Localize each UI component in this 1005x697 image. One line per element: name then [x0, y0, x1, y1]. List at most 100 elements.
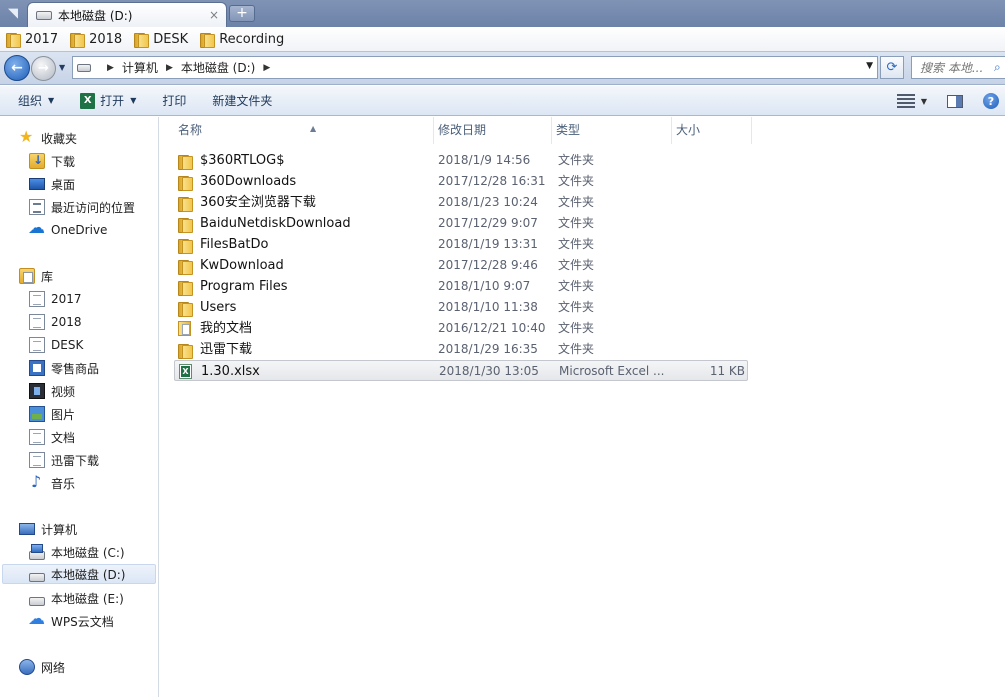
- recent-pages-dropdown-icon[interactable]: ▼: [59, 63, 69, 73]
- nav-label: DESK: [51, 338, 84, 352]
- nav-desktop[interactable]: 桌面: [29, 174, 75, 194]
- file-size: 11 KB: [709, 364, 745, 378]
- back-button[interactable]: ←: [4, 55, 30, 81]
- nav-drive-c[interactable]: 本地磁盘 (C:): [29, 542, 125, 562]
- column-header-size[interactable]: 大小: [672, 117, 752, 144]
- nav-network[interactable]: 网络: [19, 657, 65, 677]
- chevron-right-icon[interactable]: ▶: [107, 63, 114, 73]
- new-folder-button[interactable]: 新建文件夹: [212, 92, 272, 109]
- file-modified-date: 2018/1/10 9:07: [438, 279, 531, 293]
- table-row[interactable]: Users 2018/1/10 11:38 文件夹: [174, 297, 748, 318]
- library-icon: [19, 268, 35, 284]
- breadcrumb-local-disk-d[interactable]: 本地磁盘 (D:): [181, 59, 255, 76]
- nav-library-documents[interactable]: 文档: [29, 427, 75, 447]
- video-icon: [29, 383, 45, 399]
- command-bar: 组织 ▼ X 打开 ▼ 打印 新建文件夹 ▼ ?: [0, 86, 1005, 116]
- file-name: 我的文档: [200, 321, 253, 336]
- folder-icon: [178, 259, 193, 275]
- nav-library-retail[interactable]: 零售商品: [29, 358, 99, 378]
- table-row[interactable]: 我的文档 2016/12/21 10:40 文件夹: [174, 318, 748, 339]
- nav-library-2018[interactable]: 2018: [29, 312, 82, 332]
- tab-menu-icon[interactable]: ◥: [0, 0, 26, 27]
- bookmark-desk[interactable]: DESK: [134, 32, 188, 48]
- nav-libraries[interactable]: 库: [19, 266, 53, 286]
- breadcrumb[interactable]: ▶ 计算机 ▶ 本地磁盘 (D:) ▶ ▼: [72, 56, 878, 79]
- nav-wps-cloud[interactable]: WPS云文档: [28, 609, 114, 631]
- column-header-name[interactable]: 名称 ▲: [174, 117, 434, 144]
- table-row[interactable]: BaiduNetdiskDownload 2017/12/29 9:07 文件夹: [174, 213, 748, 234]
- search-box[interactable]: ⌕: [911, 56, 1005, 79]
- star-icon: [19, 127, 35, 146]
- tab-local-disk-d[interactable]: 本地磁盘 (D:) ×: [27, 2, 227, 27]
- drive-icon: [29, 572, 45, 582]
- nav-label: 音乐: [51, 476, 76, 491]
- nav-drive-e[interactable]: 本地磁盘 (E:): [29, 588, 124, 608]
- refresh-button[interactable]: ⟳: [880, 56, 904, 79]
- table-row[interactable]: KwDownload 2017/12/28 9:46 文件夹: [174, 255, 748, 276]
- nav-library-2017[interactable]: 2017: [29, 289, 82, 309]
- nav-library-music[interactable]: 音乐: [29, 472, 76, 493]
- table-row[interactable]: FilesBatDo 2018/1/19 13:31 文件夹: [174, 234, 748, 255]
- file-name: 迅雷下载: [200, 342, 253, 357]
- nav-label: 文档: [51, 430, 76, 445]
- help-icon[interactable]: ?: [983, 93, 999, 109]
- print-button[interactable]: 打印: [162, 92, 186, 109]
- table-row[interactable]: Program Files 2018/1/10 9:07 文件夹: [174, 276, 748, 297]
- file-name-cell: 360安全浏览器下载: [178, 192, 428, 213]
- nav-onedrive[interactable]: OneDrive: [28, 218, 107, 240]
- table-row[interactable]: 360安全浏览器下载 2018/1/23 10:24 文件夹: [174, 192, 748, 213]
- file-name: Program Files: [200, 279, 288, 294]
- documents-folder-icon: [178, 321, 191, 336]
- file-modified-date: 2018/1/19 13:31: [438, 237, 538, 251]
- file-type: 文件夹: [558, 300, 595, 314]
- file-name: $360RTLOG$: [200, 153, 285, 168]
- file-size: [672, 150, 744, 171]
- bookmark-label: Recording: [219, 31, 285, 47]
- table-row[interactable]: 360Downloads 2017/12/28 16:31 文件夹: [174, 171, 748, 192]
- nav-drive-d[interactable]: 本地磁盘 (D:): [2, 564, 156, 584]
- forward-button[interactable]: →: [31, 56, 56, 81]
- search-input[interactable]: [920, 60, 990, 75]
- breadcrumb-computer[interactable]: 计算机: [122, 59, 158, 76]
- chevron-right-icon[interactable]: ▶: [166, 63, 173, 73]
- column-header-type[interactable]: 类型: [552, 117, 672, 144]
- nav-computer[interactable]: 计算机: [19, 519, 77, 539]
- nav-library-desk[interactable]: DESK: [29, 335, 83, 355]
- table-row[interactable]: 迅雷下载 2018/1/29 16:35 文件夹: [174, 339, 748, 360]
- file-name: BaiduNetdiskDownload: [200, 216, 351, 231]
- nav-label: 零售商品: [51, 361, 100, 376]
- column-label: 名称: [178, 123, 203, 137]
- table-row[interactable]: 1.30.xlsx 2018/1/30 13:05 Microsoft Excel …: [174, 360, 748, 381]
- file-modified-date: 2018/1/10 11:38: [438, 300, 538, 314]
- excel-file-icon: [179, 364, 192, 379]
- nav-recent-places[interactable]: 最近访问的位置: [29, 197, 135, 217]
- close-tab-icon[interactable]: ×: [206, 8, 222, 22]
- preview-pane-icon[interactable]: [947, 94, 963, 108]
- file-type: 文件夹: [558, 258, 595, 272]
- nav-favorites[interactable]: 收藏夹: [19, 127, 77, 148]
- nav-label: 视频: [51, 384, 76, 399]
- view-options-icon[interactable]: [896, 94, 915, 108]
- table-row[interactable]: $360RTLOG$ 2018/1/9 14:56 文件夹: [174, 150, 748, 171]
- open-button[interactable]: X 打开 ▼: [80, 92, 136, 109]
- nav-library-thunder[interactable]: 迅雷下载: [29, 450, 99, 470]
- chevron-right-icon[interactable]: ▶: [263, 63, 270, 73]
- folder-icon: [178, 280, 193, 296]
- document-icon: [29, 429, 45, 445]
- bookmark-2018[interactable]: 2018: [70, 32, 122, 48]
- organize-label: 组织: [18, 94, 43, 108]
- nav-downloads[interactable]: 下载: [29, 151, 75, 171]
- search-icon[interactable]: ⌕: [994, 60, 1001, 75]
- file-name-cell: FilesBatDo: [178, 234, 428, 255]
- navigation-pane: 收藏夹 下载 桌面 最近访问的位置 OneDrive 库 2017 2018 D…: [0, 117, 159, 697]
- view-dropdown-icon[interactable]: ▼: [921, 97, 927, 106]
- address-dropdown-icon[interactable]: ▼: [866, 61, 873, 71]
- column-header-date[interactable]: 修改日期: [434, 117, 552, 144]
- bookmark-2017[interactable]: 2017: [6, 32, 58, 48]
- bookmark-recording[interactable]: Recording: [200, 31, 285, 48]
- file-size: [672, 339, 744, 360]
- nav-library-videos[interactable]: 视频: [29, 381, 75, 401]
- new-tab-button[interactable]: +: [229, 5, 255, 22]
- nav-library-pictures[interactable]: 图片: [29, 404, 75, 424]
- organize-button[interactable]: 组织 ▼: [18, 92, 54, 109]
